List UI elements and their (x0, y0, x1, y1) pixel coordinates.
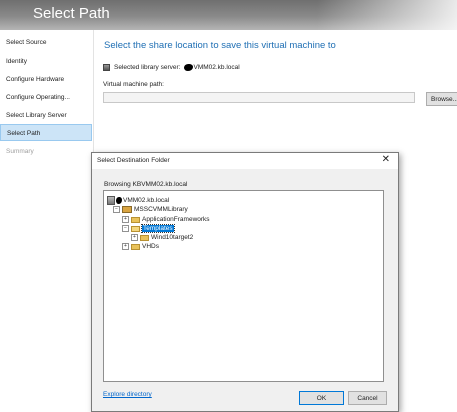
header-gradient (317, 0, 457, 30)
wizard-sidebar: Select Source Identity Configure Hardwar… (0, 30, 94, 410)
vm-path-label: Virtual machine path: (103, 81, 164, 88)
library-icon (122, 206, 132, 213)
server-icon (107, 196, 115, 205)
tree-node-library-label: MSSCVMMLibrary (134, 206, 188, 213)
explore-directory-link[interactable]: Explore directory (103, 391, 152, 398)
select-destination-folder-dialog: Select Destination Folder ✕ Browsing KBV… (91, 152, 399, 412)
tree-node-templates-label: Templates (141, 224, 175, 233)
tree-node-vhds-label: VHDs (142, 243, 159, 250)
folder-tree[interactable]: VMM02.kb.local − MSSCVMMLibrary + Applic… (103, 190, 384, 382)
sidebar-item-select-source[interactable]: Select Source (0, 34, 92, 51)
tree-node-application-frameworks-label: ApplicationFrameworks (142, 216, 210, 223)
sidebar-item-select-path[interactable]: Select Path (0, 124, 92, 141)
page-heading: Select the share location to save this v… (104, 40, 336, 51)
sidebar-item-configure-operating[interactable]: Configure Operating... (0, 89, 92, 106)
wizard-title: Select Path (33, 5, 110, 22)
dialog-title: Select Destination Folder (97, 157, 170, 164)
cancel-button[interactable]: Cancel (348, 391, 387, 405)
tree-node-application-frameworks[interactable]: + ApplicationFrameworks (122, 215, 210, 224)
tree-node-library[interactable]: − MSSCVMMLibrary (113, 205, 188, 214)
sidebar-item-configure-hardware[interactable]: Configure Hardware (0, 71, 92, 88)
vm-path-input[interactable] (103, 92, 415, 103)
collapse-icon[interactable]: − (122, 225, 129, 232)
ok-button[interactable]: OK (299, 391, 344, 405)
sidebar-item-summary: Summary (6, 148, 34, 155)
tree-node-server-label: VMM02.kb.local (123, 197, 170, 204)
browsing-label: Browsing KBVMM02.kb.local (104, 181, 188, 188)
expand-icon[interactable]: + (122, 243, 129, 250)
tree-node-vhds[interactable]: + VHDs (122, 242, 159, 251)
library-server-label: Selected library server: (114, 64, 181, 71)
sidebar-item-identity[interactable]: Identity (0, 53, 92, 70)
browse-button[interactable]: Browse... (426, 92, 457, 106)
expand-icon[interactable]: + (122, 216, 129, 223)
tree-node-wind10target2[interactable]: + Wind10target2 (131, 233, 193, 242)
sidebar-item-select-library-server[interactable]: Select Library Server (0, 107, 92, 124)
tree-node-wind10target2-label: Wind10target2 (151, 234, 194, 241)
expand-icon[interactable]: + (131, 234, 138, 241)
server-icon (103, 64, 110, 71)
folder-open-icon (131, 225, 140, 232)
close-icon[interactable]: ✕ (382, 155, 390, 165)
redaction-mark (116, 197, 122, 204)
redaction-mark (184, 64, 194, 71)
tree-node-templates[interactable]: − Templates (122, 224, 175, 233)
folder-icon (131, 216, 140, 223)
collapse-icon[interactable]: − (113, 206, 120, 213)
library-server-value: VMM02.kb.local (193, 64, 240, 71)
wizard-header: Select Path (0, 0, 457, 30)
tree-node-server[interactable]: VMM02.kb.local (107, 196, 169, 205)
library-server-row: Selected library server: VMM02.kb.local (103, 64, 240, 71)
folder-icon (131, 243, 140, 250)
folder-icon (140, 234, 149, 241)
dialog-titlebar: Select Destination Folder ✕ (92, 153, 398, 169)
